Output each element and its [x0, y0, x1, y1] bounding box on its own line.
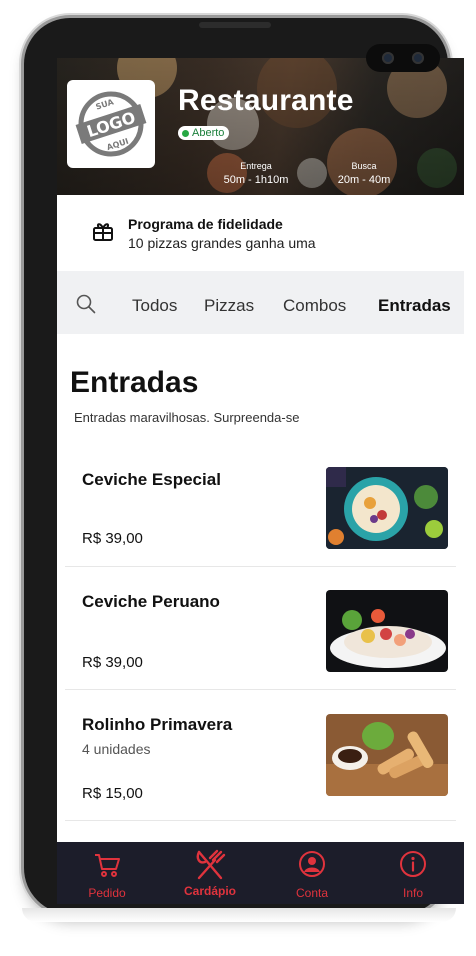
product-item-ceviche-peruano[interactable]: Ceviche Peruano R$ 39,00: [65, 566, 456, 690]
product-price: R$ 39,00: [82, 654, 143, 671]
info-icon: [400, 851, 426, 877]
nav-info[interactable]: Info: [373, 842, 453, 904]
loyalty-title: Programa de fidelidade: [128, 216, 283, 232]
product-image: [326, 467, 448, 549]
product-item-rolinho-primavera[interactable]: Rolinho Primavera 4 unidades R$ 15,00: [65, 689, 456, 821]
nav-label: Pedido: [88, 886, 126, 900]
status-dot: [182, 129, 189, 137]
delivery-label: Entrega: [240, 161, 272, 171]
product-subtitle: 4 unidades: [82, 741, 151, 757]
nav-label: Info: [402, 886, 423, 900]
bottom-navigation: Pedido Cardápio Conta Info: [57, 842, 464, 904]
nav-pedido[interactable]: Pedido: [67, 842, 147, 904]
product-name: Rolinho Primavera: [82, 715, 233, 734]
phone-speaker: [199, 22, 271, 28]
phone-base-shadow: [22, 908, 456, 922]
section-title: Entradas: [70, 366, 199, 399]
product-item-ceviche-especial[interactable]: Ceviche Especial R$ 39,00: [65, 448, 456, 567]
product-price: R$ 15,00: [82, 785, 143, 802]
tab-pizzas[interactable]: Pizzas: [204, 296, 254, 316]
product-name: Ceviche Especial: [82, 470, 221, 489]
restaurant-logo: LOGO SUA AQUI: [67, 80, 155, 168]
nav-label: Cardápio: [183, 884, 236, 898]
app-screen: LOGO SUA AQUI Restaurante Aberto Entrega…: [57, 58, 464, 904]
loyalty-description: 10 pizzas grandes ganha uma: [128, 235, 316, 251]
status-badge: Aberto: [178, 126, 230, 140]
cart-icon: [95, 854, 120, 877]
delivery-info: Entrega 50m - 1h10m: [221, 161, 291, 186]
category-tabs: Todos Pizzas Combos Entradas: [57, 271, 464, 334]
pickup-time: 20m - 40m: [337, 174, 391, 186]
loyalty-program-banner[interactable]: Programa de fidelidade 10 pizzas grandes…: [57, 195, 464, 272]
restaurant-name: Restaurante: [178, 84, 354, 117]
user-circle-icon: [299, 851, 325, 877]
product-price: R$ 39,00: [82, 530, 143, 547]
nav-conta[interactable]: Conta: [272, 842, 352, 904]
product-image: [326, 714, 448, 796]
nav-label: Conta: [295, 886, 329, 900]
status-text: Aberto: [192, 127, 225, 139]
delivery-time: 50m - 1h10m: [223, 174, 289, 186]
tab-entradas[interactable]: Entradas: [378, 296, 451, 316]
phone-frame: LOGO SUA AQUI Restaurante Aberto Entrega…: [24, 18, 464, 914]
camera-cutout: [366, 44, 440, 72]
product-name: Ceviche Peruano: [82, 592, 220, 611]
logo-text-middle: LOGO: [84, 108, 137, 142]
pickup-label: Busca: [351, 161, 377, 171]
fork-knife-icon: [196, 849, 226, 880]
search-icon[interactable]: [76, 294, 96, 314]
product-image: [326, 590, 448, 672]
pickup-info: Busca 20m - 40m: [329, 161, 399, 186]
tab-todos[interactable]: Todos: [132, 296, 177, 316]
restaurant-header: LOGO SUA AQUI Restaurante Aberto Entrega…: [57, 58, 464, 195]
nav-cardapio[interactable]: Cardápio: [170, 842, 250, 904]
section-description: Entradas maravilhosas. Surpreenda-se: [74, 410, 300, 425]
gift-icon: [93, 223, 113, 241]
tab-combos[interactable]: Combos: [283, 296, 346, 316]
